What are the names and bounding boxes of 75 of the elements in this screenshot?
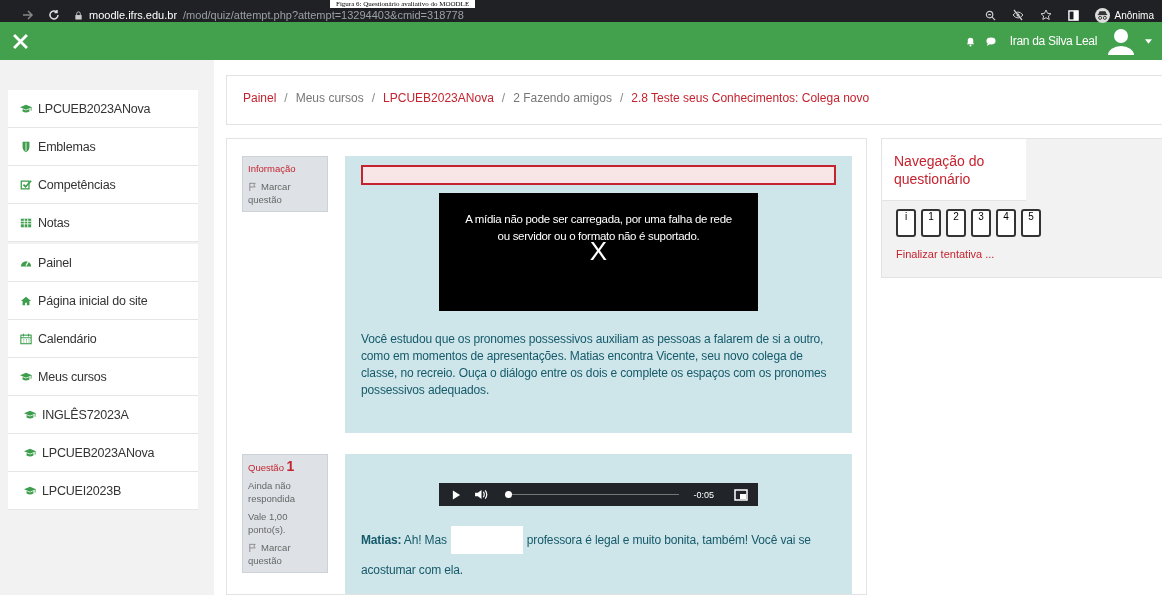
address-bar[interactable]: moodle.ifrs.edu.br /mod/quiz/attempt.php?attempt=13294403&cmid=318778 — [74, 9, 464, 21]
progress-thumb[interactable] — [505, 491, 512, 498]
calendar-icon — [20, 332, 32, 345]
breadcrumb-separator: / — [501, 91, 506, 105]
finish-attempt-link[interactable]: Finalizar tentativa ... — [896, 248, 1148, 260]
question-nav-button[interactable]: 4 — [996, 209, 1016, 237]
flag-question-link[interactable]: Marcar questão — [248, 180, 322, 206]
question-grade: Vale 1,00 ponto(s). — [248, 510, 289, 536]
chat-icon[interactable] — [984, 35, 997, 47]
eye-off-icon[interactable] — [1011, 9, 1024, 21]
question-nav-button[interactable]: 5 — [1021, 209, 1041, 237]
avatar-icon[interactable] — [1106, 26, 1136, 56]
sidebar-item[interactable]: Painel — [8, 244, 198, 282]
side-panel-icon[interactable] — [1067, 9, 1079, 21]
shield-icon — [20, 140, 32, 153]
breadcrumb-item: 2 Fazendo amigos — [513, 91, 612, 105]
play-icon[interactable] — [452, 489, 461, 500]
profile-button[interactable]: Anônima — [1094, 7, 1154, 23]
question-title: Informação — [248, 162, 297, 175]
reload-icon[interactable] — [48, 9, 60, 21]
sidebar-item[interactable]: LPCUEB2023ANova — [8, 90, 198, 128]
house-icon — [20, 294, 32, 307]
flag-icon — [248, 182, 257, 191]
media-error-message: A mídia não pode ser carregada, por uma falha de rede ou servidor ou o formato não é suportado. — [464, 212, 733, 242]
time-remaining: -0:05 — [693, 489, 714, 500]
incognito-icon — [1094, 7, 1110, 23]
checkbox-icon — [20, 178, 32, 191]
dialog-text: professora é legal e muito bonita, também! Você vai se — [526, 532, 811, 549]
cap-icon — [24, 408, 36, 421]
cap-icon — [24, 446, 36, 459]
question-nav-button[interactable]: 2 — [946, 209, 966, 237]
breadcrumb-link[interactable]: Painel — [243, 91, 277, 105]
flag-icon — [248, 543, 257, 552]
url-path: /mod/quiz/attempt.php?attempt=13294403&cmid=318778 — [183, 9, 464, 21]
question-status: Ainda não respondida — [248, 479, 296, 505]
question-nav-button[interactable]: i — [896, 209, 916, 237]
table-icon — [20, 216, 32, 229]
flag-question-link[interactable]: Marcar questão — [248, 541, 322, 567]
dialog-text: Matias: Ah! Mas — [361, 532, 447, 549]
question-title: Questão 1 — [248, 460, 296, 474]
cap-icon — [24, 484, 36, 497]
sidebar-item[interactable]: LPCUEB2023ANova — [8, 434, 198, 472]
sidebar-item[interactable]: INGLÊS72023A — [8, 396, 198, 434]
arrow-right-icon[interactable] — [22, 9, 34, 21]
breadcrumb-separator: / — [371, 91, 376, 105]
sidebar-item[interactable]: Página inicial do site — [8, 282, 198, 320]
zoom-icon[interactable] — [984, 9, 996, 21]
star-icon[interactable] — [1039, 9, 1052, 21]
lock-icon — [74, 10, 83, 20]
cap-icon — [20, 370, 32, 383]
dialog-text: acostumar com ela. — [361, 562, 464, 579]
sidebar-item[interactable]: Meus cursos — [8, 358, 198, 396]
breadcrumb-link[interactable]: 2.8 Teste seus Conhecimentos: Colega novo — [631, 91, 870, 105]
volume-icon[interactable] — [475, 489, 488, 500]
question-nav-button[interactable]: 3 — [971, 209, 991, 237]
close-icon[interactable] — [13, 33, 28, 49]
media-close-mark: X — [589, 241, 608, 261]
panel-title: Navegação do questionário — [882, 139, 1026, 201]
breadcrumb-separator: / — [619, 91, 624, 105]
sidebar-item[interactable]: LPCUEI2023B — [8, 472, 198, 510]
sidebar-item[interactable]: Competências — [8, 166, 198, 204]
cap-icon — [20, 102, 32, 115]
sidebar-item[interactable]: Emblemas — [8, 128, 198, 166]
breadcrumb-link[interactable]: LPCUEB2023ANova — [383, 91, 494, 105]
question-nav-button[interactable]: 1 — [921, 209, 941, 237]
caret-icon[interactable] — [1145, 38, 1152, 44]
bell-icon[interactable] — [964, 35, 976, 47]
picture-in-picture-icon[interactable] — [734, 488, 748, 501]
sidebar-item[interactable]: Calendário — [8, 320, 198, 358]
breadcrumb-item: Meus cursos — [295, 91, 364, 105]
question-text: Você estudou que os pronomes possessivos auxiliam as pessoas a falarem de si a outro, como em momentos de apresentações. Matias encontra Vicente, seu novo colega de classe, no recreio. Ouça o diálogo entre os dois e complete os espaços com os pronomes possessivos adequados. — [361, 331, 828, 399]
sidebar-item[interactable]: Notas — [8, 204, 198, 242]
url-host: moodle.ifrs.edu.br — [89, 9, 178, 21]
breadcrumb-separator: / — [284, 91, 288, 105]
answer-field[interactable] — [450, 526, 523, 554]
